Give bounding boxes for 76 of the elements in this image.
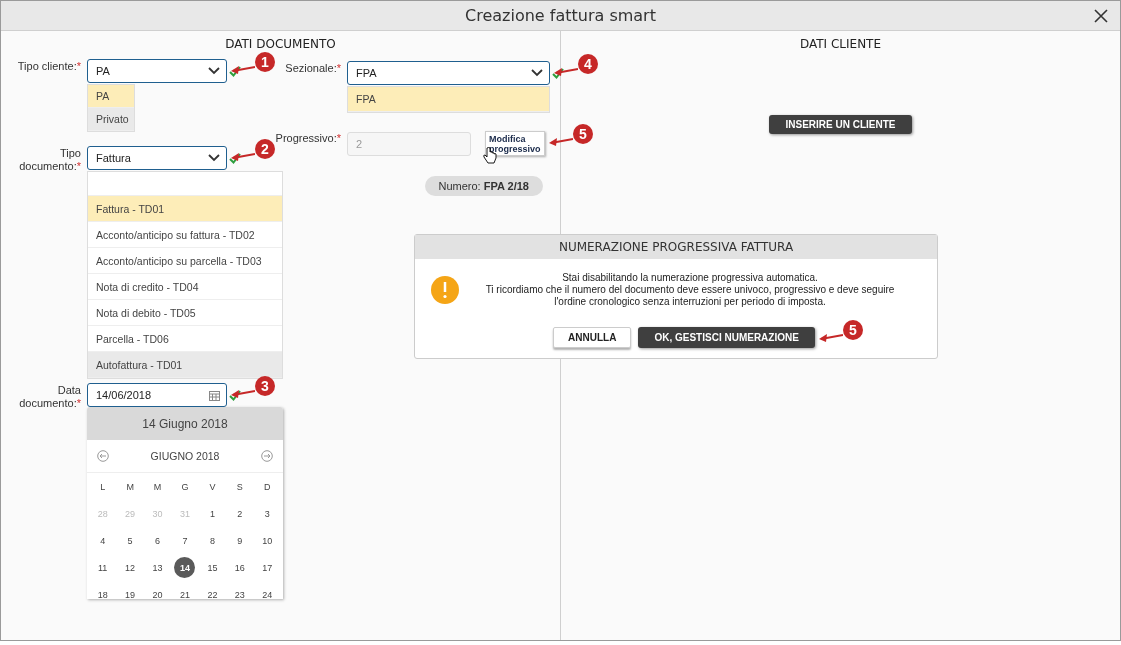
- month-label: GIUGNO 2018: [150, 450, 220, 462]
- chevron-down-icon: [208, 154, 220, 162]
- pointer-arrow: [818, 331, 843, 343]
- weekday-label: M: [125, 480, 135, 494]
- calendar-day[interactable]: 8: [201, 530, 223, 551]
- window-title: Creazione fattura smart: [465, 6, 656, 25]
- calendar-day[interactable]: 16: [229, 557, 251, 578]
- calendar-day[interactable]: 3: [256, 503, 278, 524]
- section-title: DATI CLIENTE: [799, 36, 882, 52]
- weekday-label: S: [235, 480, 244, 494]
- calendar-day[interactable]: 13: [147, 557, 169, 578]
- calendar-day[interactable]: 19: [119, 584, 141, 599]
- calendar-day[interactable]: 6: [147, 530, 169, 551]
- confirm-button[interactable]: OK, GESTISCI NUMERAZIONE: [638, 327, 815, 348]
- calendar-day[interactable]: 15: [201, 557, 223, 578]
- callout-badge: 1: [255, 52, 275, 72]
- callout-badge: 3: [255, 376, 275, 396]
- pointer-arrow: [549, 135, 573, 147]
- pointer-arrow: [231, 387, 255, 399]
- calendar-day[interactable]: 2: [229, 503, 251, 524]
- callout-badge: 2: [255, 139, 275, 159]
- callout-badge: 5: [842, 320, 863, 340]
- calendar-day[interactable]: 5: [119, 530, 141, 551]
- section-title: DATI DOCUMENTO: [224, 36, 337, 52]
- calendar-day[interactable]: 14: [174, 557, 196, 578]
- cancel-button[interactable]: ANNULLA: [553, 327, 632, 348]
- dropdown-option[interactable]: Autofattura - TD01: [88, 352, 282, 378]
- weekday-label: M: [152, 480, 163, 494]
- calendar-day[interactable]: 18: [92, 584, 114, 599]
- calendar-day[interactable]: 17: [256, 557, 278, 578]
- select-field[interactable]: Fattura: [87, 146, 227, 170]
- weekday-label: G: [180, 480, 190, 494]
- date-field[interactable]: 14/06/2018: [87, 383, 227, 407]
- calendar-icon: [209, 389, 220, 401]
- dropdown-option[interactable]: PA: [88, 85, 134, 108]
- dropdown-option[interactable]: FPA: [348, 87, 549, 112]
- dialog-message: Stai disabilitando la numerazione progressiva automatica. Ti ricordiamo che il numero del documento deve essere univoco, progressivo e deve seguire l'ordine cronologico senza interruzioni per periodo di imposta.: [484, 272, 896, 308]
- calendar-day[interactable]: 1: [201, 503, 223, 524]
- calendar-day[interactable]: 9: [229, 530, 251, 551]
- weekday-label: D: [263, 480, 272, 494]
- chevron-down-icon: [208, 67, 220, 75]
- warning-icon: [431, 276, 459, 304]
- calendar-day[interactable]: 22: [201, 584, 223, 599]
- calendar-day[interactable]: 20: [147, 584, 169, 599]
- calendar-day[interactable]: 24: [256, 584, 278, 599]
- next-month-icon[interactable]: [261, 450, 273, 462]
- weekday-label: V: [208, 480, 217, 494]
- field-label: Tipo cliente:*: [16, 59, 81, 73]
- callout-badge: 5: [573, 124, 593, 144]
- field-label: Sezionale:*: [284, 61, 341, 75]
- insert-client-button[interactable]: INSERIRE UN CLIENTE: [769, 115, 912, 134]
- select-field[interactable]: PA: [87, 59, 227, 83]
- document-number: Numero: FPA 2/18: [424, 176, 543, 196]
- close-button[interactable]: [1092, 7, 1110, 25]
- calendar-day[interactable]: 10: [256, 530, 278, 551]
- select-field[interactable]: FPA: [347, 61, 550, 85]
- dropdown-option[interactable]: Privato: [88, 108, 134, 131]
- calendar-day[interactable]: 23: [229, 584, 251, 599]
- calendar-day[interactable]: 11: [92, 557, 114, 578]
- calendar-day[interactable]: 12: [119, 557, 141, 578]
- pointer-arrow: [231, 150, 255, 162]
- calendar-title: 14 Giugno 2018: [87, 407, 283, 440]
- pointer-arrow: [231, 63, 255, 75]
- calendar-day[interactable]: 4: [92, 530, 114, 551]
- pointer-arrow: [554, 65, 578, 77]
- chevron-down-icon: [531, 69, 543, 77]
- calendar-day[interactable]: 7: [174, 530, 196, 551]
- field-label: Tipo documento:*: [18, 146, 81, 173]
- callout-badge: 4: [578, 54, 598, 74]
- calendar-day[interactable]: 21: [174, 584, 196, 599]
- field-label: Data documento:*: [18, 383, 81, 410]
- dropdown-option[interactable]: Fattura - TD01: [88, 196, 282, 222]
- field-label: Progressivo:*: [274, 131, 341, 145]
- dialog-title: NUMERAZIONE PROGRESSIVA FATTURA: [415, 235, 937, 259]
- weekday-label: L: [99, 480, 107, 494]
- previous-month-icon[interactable]: [97, 450, 109, 462]
